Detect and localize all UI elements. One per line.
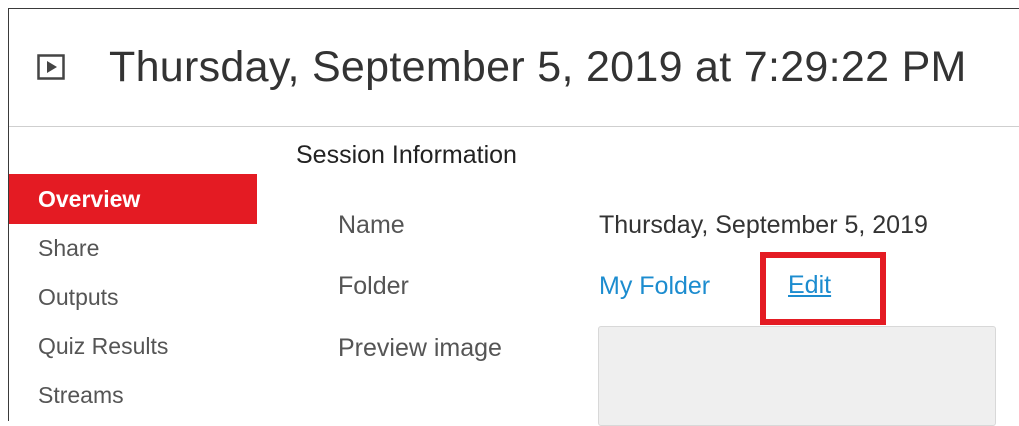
name-label: Name: [338, 211, 405, 239]
folder-label: Folder: [338, 272, 409, 300]
sidebar-item-overview[interactable]: Overview: [9, 174, 257, 224]
play-icon[interactable]: [37, 53, 65, 81]
session-header: Thursday, September 5, 2019 at 7:29:22 P…: [9, 9, 1019, 127]
section-title: Session Information: [296, 141, 517, 169]
sidebar-item-streams[interactable]: Streams: [9, 371, 257, 420]
folder-link[interactable]: My Folder: [599, 272, 710, 301]
sidebar-nav: Overview Share Outputs Quiz Results Stre…: [9, 174, 257, 420]
sidebar-item-share[interactable]: Share: [9, 224, 257, 273]
sidebar-item-quiz-results[interactable]: Quiz Results: [9, 322, 257, 371]
sidebar-item-outputs[interactable]: Outputs: [9, 273, 257, 322]
page-title: Thursday, September 5, 2019 at 7:29:22 P…: [109, 43, 967, 91]
edit-folder-link[interactable]: Edit: [788, 270, 831, 300]
preview-image[interactable]: [598, 326, 996, 426]
preview-image-label: Preview image: [338, 334, 502, 362]
name-value: Thursday, September 5, 2019: [599, 211, 928, 239]
